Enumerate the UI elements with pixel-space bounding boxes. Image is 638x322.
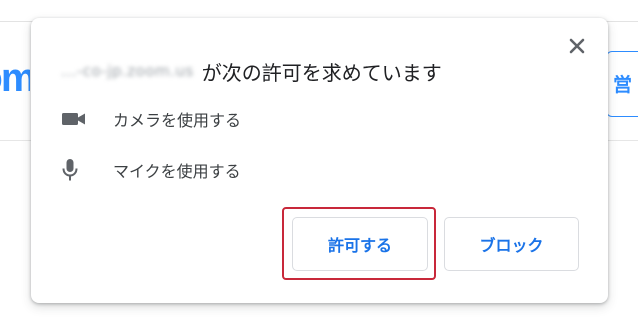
camera-icon — [61, 107, 93, 131]
dialog-title: ...-co-jp.zoom.us が次の許可を求めています — [61, 58, 442, 85]
block-button-label: ブロック — [479, 236, 544, 255]
permission-dialog: ...-co-jp.zoom.us が次の許可を求めています カメラを使用する — [31, 18, 608, 303]
permission-label-camera: カメラを使用する — [113, 111, 242, 130]
close-button[interactable] — [564, 33, 590, 59]
allow-button[interactable]: 許可する — [292, 217, 428, 271]
browser-page: zoom 営 ...-co-jp.zoom.us が次の許可を求めています カメ… — [0, 0, 638, 322]
permission-row-camera: カメラを使用する — [61, 107, 241, 131]
microphone-icon — [61, 158, 93, 182]
block-button[interactable]: ブロック — [444, 217, 579, 271]
zoom-logo-fragment: zoom — [0, 56, 30, 100]
allow-button-label: 許可する — [327, 236, 392, 255]
site-origin: ...-co-jp.zoom.us — [61, 62, 194, 80]
page-side-button[interactable]: 営 — [606, 51, 638, 117]
page-side-button-label: 営 — [613, 74, 633, 96]
dialog-title-text: が次の許可を求めています — [201, 60, 442, 85]
permission-label-microphone: マイクを使用する — [113, 162, 241, 181]
close-icon — [569, 38, 585, 54]
permission-row-microphone: マイクを使用する — [61, 158, 241, 182]
